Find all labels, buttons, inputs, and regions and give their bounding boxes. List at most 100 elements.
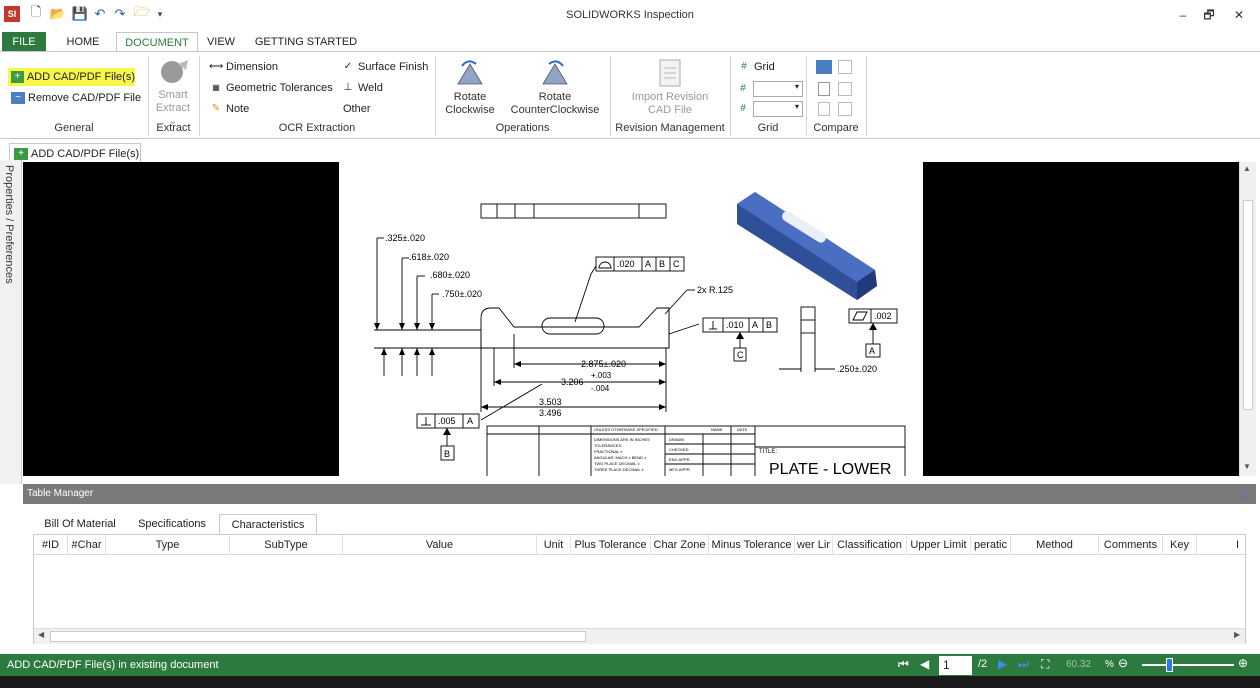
col-header-comments[interactable]: Comments <box>1099 535 1163 555</box>
grid-columns-select[interactable]: ▾ <box>753 81 803 97</box>
tb-eng: ENG APPR. <box>669 457 691 462</box>
prev-page-icon[interactable]: ◀ <box>920 657 929 671</box>
col-header-truncated[interactable]: I <box>1197 535 1241 555</box>
pin-icon[interactable]: ⊥ <box>1235 484 1256 504</box>
dim-text[interactable]: 3.503 <box>539 397 562 407</box>
col-header-lower-limit[interactable]: wer Lir <box>795 535 833 555</box>
title-bar: SI 🗋 📂 💾 ↶ ↷ 🗁 ▾ SOLIDWORKS Inspection –… <box>0 0 1260 32</box>
fcf-tolerance[interactable]: .002 <box>874 311 892 321</box>
col-header-value[interactable]: Value <box>343 535 537 555</box>
col-header-upper-limit[interactable]: Upper Limit <box>907 535 971 555</box>
col-header-minus-tolerance[interactable]: Minus Tolerance <box>709 535 795 555</box>
tb-name: NAME <box>711 427 723 432</box>
first-page-icon[interactable]: ⏮ <box>898 657 909 672</box>
col-header-classification[interactable]: Classification <box>833 535 907 555</box>
fcf-tolerance[interactable]: .020 <box>617 259 635 269</box>
ocr-surface-finish-button[interactable]: ✓ Surface Finish <box>341 61 429 73</box>
ocr-geometric-tolerances-button[interactable]: ▦ Geometric Tolerances <box>209 82 333 94</box>
dim-text[interactable]: 2x R.125 <box>697 285 733 295</box>
ocr-note-button[interactable]: ✎ Note <box>209 103 249 115</box>
group-label-ocr: OCR Extraction <box>278 122 356 134</box>
viewport-vertical-scrollbar[interactable]: ▲ ▼ <box>1239 162 1256 476</box>
zoom-out-icon[interactable]: ⊖ <box>1118 656 1128 670</box>
smart-extract-button[interactable]: Smart Extract ⌄ <box>152 56 194 127</box>
zoom-value[interactable]: 60.32 <box>1066 659 1091 670</box>
ocr-weld-button[interactable]: ⊥ Weld <box>341 82 383 94</box>
next-page-icon[interactable]: ▶ <box>998 657 1007 671</box>
remove-cad-pdf-button[interactable]: − Remove CAD/PDF File <box>11 92 141 104</box>
rotate-clockwise-button[interactable]: Rotate Clockwise <box>440 56 500 118</box>
table-horizontal-scrollbar[interactable]: ◀ ▶ <box>34 628 1245 644</box>
col-header-type[interactable]: Type <box>106 535 230 555</box>
dimension-icon: ⟷ <box>209 61 224 72</box>
scroll-thumb[interactable] <box>1243 200 1253 410</box>
smart-extract-label-1: Smart <box>158 89 188 101</box>
col-header-key[interactable]: Key <box>1163 535 1197 555</box>
close-button[interactable]: ✕ <box>1226 4 1252 26</box>
tab-getting-started[interactable]: GETTING STARTED <box>254 32 358 52</box>
rotate-counterclockwise-button[interactable]: Rotate CounterClockwise <box>508 56 602 118</box>
tb-frac: FRACTIONAL ± <box>594 449 623 454</box>
page-total: /2 <box>978 658 988 670</box>
group-label-grid: Grid <box>757 122 779 134</box>
fcf-tolerance[interactable]: .010 <box>726 320 744 330</box>
col-header-unit[interactable]: Unit <box>537 535 571 555</box>
zoom-slider-thumb[interactable] <box>1166 658 1173 672</box>
tab-specifications[interactable]: Specifications <box>130 514 214 534</box>
gdt-frame-icon: ▦ <box>212 83 220 92</box>
grid-columns-icon: # <box>740 83 746 94</box>
dim-text[interactable]: .680±.020 <box>430 270 470 280</box>
minimize-button[interactable]: – <box>1170 4 1196 26</box>
grid-toggle-button[interactable]: # Grid <box>737 61 775 73</box>
dim-text[interactable]: 2.875±.020 <box>581 359 626 369</box>
import-revision-button[interactable]: Import Revision CAD File <box>620 56 720 118</box>
fit-page-icon[interactable]: ⛶ <box>1041 657 1049 672</box>
grid-rows-select[interactable]: ▾ <box>753 101 803 117</box>
add-cad-pdf-button[interactable]: + ADD CAD/PDF File(s) <box>8 68 135 86</box>
col-header-id[interactable]: #ID <box>34 535 68 555</box>
page-number-input[interactable]: 1 <box>939 656 972 675</box>
tab-characteristics[interactable]: Characteristics <box>219 514 317 534</box>
scroll-up-icon[interactable]: ▲ <box>1243 164 1251 173</box>
drawing-viewport[interactable]: .325±.020 .618±.020 .680±.020 .750±.020 … <box>23 162 1239 476</box>
compare-overlay-icon[interactable] <box>838 60 852 74</box>
tab-bill-of-material[interactable]: Bill Of Material <box>37 514 123 534</box>
scroll-left-icon[interactable]: ◀ <box>38 630 44 639</box>
scroll-right-icon[interactable]: ▶ <box>1234 630 1240 639</box>
col-header-plus-tolerance[interactable]: Plus Tolerance <box>571 535 651 555</box>
col-header-subtype[interactable]: SubType <box>230 535 343 555</box>
col-header-char-zone[interactable]: Char Zone <box>651 535 709 555</box>
compare-sync-icon[interactable] <box>838 102 852 116</box>
dim-text[interactable]: .325±.020 <box>385 233 425 243</box>
dim-text[interactable]: .750±.020 <box>442 289 482 299</box>
fcf-tolerance[interactable]: .005 <box>438 416 456 426</box>
ocr-dimension-button[interactable]: ⟷ Dimension <box>209 61 278 73</box>
compare-copy-icon[interactable] <box>818 82 830 96</box>
col-header-char[interactable]: #Char <box>68 535 106 555</box>
dim-text[interactable]: .250±.020 <box>837 364 877 374</box>
col-header-method[interactable]: Method <box>1011 535 1099 555</box>
tab-view[interactable]: VIEW <box>204 32 238 52</box>
dim-text[interactable]: 3.496 <box>539 408 562 418</box>
ocr-other-button[interactable]: Other <box>343 103 371 115</box>
tab-file[interactable]: FILE <box>2 32 46 52</box>
tab-document[interactable]: DOCUMENT <box>116 32 198 52</box>
dim-text[interactable]: .618±.020 <box>409 252 449 262</box>
rotate-counterclockwise-icon <box>542 60 568 85</box>
restore-button[interactable]: 🗗 <box>1196 4 1222 26</box>
last-page-icon[interactable]: ⏭ <box>1018 657 1029 672</box>
compare-export-icon[interactable] <box>818 102 830 116</box>
zoom-in-icon[interactable]: ⊕ <box>1238 656 1248 670</box>
col-header-operation[interactable]: peratic <box>971 535 1011 555</box>
zoom-slider-track[interactable] <box>1142 664 1234 666</box>
surface-finish-icon: ✓ <box>343 61 353 72</box>
tab-home[interactable]: HOME <box>60 32 106 52</box>
scroll-down-icon[interactable]: ▼ <box>1243 462 1251 471</box>
compare-swap-icon[interactable] <box>838 82 852 96</box>
document-tab[interactable]: + ADD CAD/PDF File(s) <box>9 143 141 163</box>
dim-text[interactable]: 3.206 <box>561 377 584 387</box>
hscroll-thumb[interactable] <box>50 631 586 642</box>
part-3d-preview <box>737 192 877 300</box>
compare-docs-icon[interactable] <box>816 60 832 74</box>
properties-side-panel[interactable]: Properties / Preferences <box>0 160 22 484</box>
